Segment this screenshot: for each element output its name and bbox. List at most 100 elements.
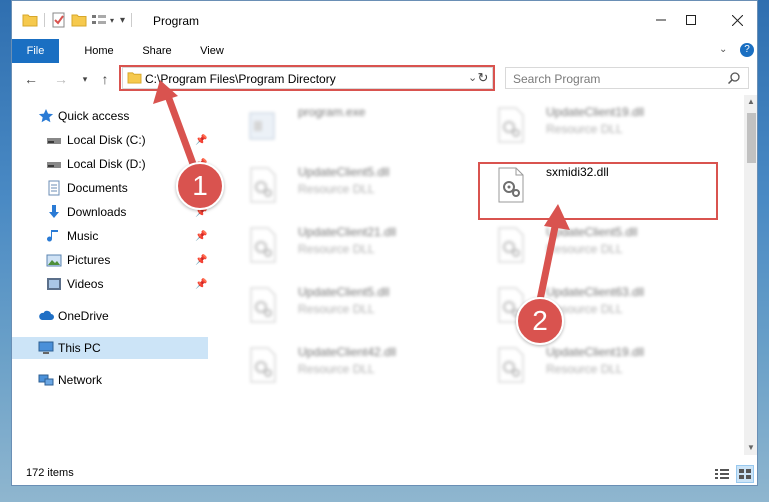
- nav-item-label: Pictures: [67, 253, 111, 267]
- dll-file-icon: [250, 347, 276, 383]
- forward-arrow-icon: →: [54, 71, 68, 87]
- nav-item-label: Quick access: [58, 109, 130, 123]
- tab-view[interactable]: View: [186, 39, 238, 63]
- file-type: Resource DLL: [298, 362, 375, 376]
- address-row: ← → ▾ ↑ C:\Program Files\Program Directo…: [12, 63, 757, 95]
- pin-icon[interactable]: 📌: [195, 231, 207, 242]
- dll-file-icon: [250, 167, 276, 203]
- cloud-icon: [39, 310, 54, 320]
- file-list: program.exe UpdateClient19.dll Resource …: [218, 95, 744, 455]
- step-1-badge: 1: [176, 162, 224, 210]
- file-type: Resource DLL: [546, 122, 623, 136]
- file-item[interactable]: program.exe: [228, 101, 464, 151]
- tiles-view-icon: [739, 469, 751, 479]
- dll-file-icon: [498, 227, 524, 263]
- nav-item-music[interactable]: Music 📌: [12, 225, 208, 247]
- back-arrow-icon: ←: [24, 71, 38, 87]
- file-name: UpdateClient19.dll: [546, 345, 645, 359]
- scroll-up-icon[interactable]: ▲: [747, 97, 755, 106]
- up-arrow-icon: ↑: [101, 71, 109, 87]
- file-item[interactable]: UpdateClient5.dll Resource DLL: [228, 281, 464, 331]
- nav-item-network[interactable]: Network: [12, 369, 208, 391]
- dropdown-icon[interactable]: ▾: [110, 16, 114, 25]
- scroll-down-icon[interactable]: ▼: [747, 443, 755, 452]
- file-name: UpdateClient5.dll: [298, 285, 390, 299]
- customize-toolbar-icon[interactable]: ▾: [120, 15, 125, 26]
- view-options-icon[interactable]: [91, 13, 107, 27]
- drive-icon: [47, 162, 61, 168]
- nav-item-downloads[interactable]: Downloads 📌: [12, 201, 208, 223]
- nav-item-local-disk-c[interactable]: Local Disk (C:) 📌: [12, 129, 208, 151]
- expand-ribbon-icon[interactable]: ⌄: [719, 44, 727, 55]
- maximize-button[interactable]: [676, 9, 706, 31]
- exe-file-icon: [249, 112, 275, 140]
- quick-access-toolbar: ▾ ▾: [22, 11, 138, 29]
- tab-home[interactable]: Home: [70, 39, 128, 63]
- properties-icon[interactable]: [51, 12, 67, 28]
- nav-item-quick-access[interactable]: Quick access: [12, 105, 208, 127]
- back-button[interactable]: ←: [22, 70, 40, 88]
- file-type: Resource DLL: [298, 242, 375, 256]
- video-icon: [47, 278, 61, 290]
- item-count: 172 items: [26, 467, 74, 479]
- file-item[interactable]: UpdateClient19.dll Resource DLL: [476, 101, 712, 151]
- nav-item-videos[interactable]: Videos 📌: [12, 273, 208, 295]
- file-item[interactable]: UpdateClient42.dll Resource DLL: [228, 341, 464, 391]
- nav-item-pictures[interactable]: Pictures 📌: [12, 249, 208, 271]
- folder-icon[interactable]: [22, 13, 38, 27]
- file-type: Resource DLL: [298, 182, 375, 196]
- up-button[interactable]: ↑: [96, 70, 114, 88]
- details-view-button[interactable]: [714, 467, 730, 481]
- document-icon: [48, 180, 60, 196]
- address-highlight-annotation: [119, 65, 495, 91]
- new-folder-icon[interactable]: [71, 13, 87, 27]
- recent-locations-button[interactable]: ▾: [76, 70, 94, 88]
- dll-file-icon: [250, 227, 276, 263]
- file-name: program.exe: [298, 105, 366, 119]
- chevron-down-icon: ▾: [82, 73, 88, 84]
- pin-icon[interactable]: 📌: [195, 135, 207, 146]
- navigation-pane: Quick access Local Disk (C:) 📌 Local Dis…: [12, 95, 208, 455]
- file-item[interactable]: UpdateClient63.dll Resource DLL: [476, 281, 712, 331]
- file-item[interactable]: UpdateClient19.dll Resource DLL: [476, 341, 712, 391]
- file-name: UpdateClient5.dll: [546, 225, 638, 239]
- search-input[interactable]: Search Program: [513, 72, 600, 86]
- nav-item-label: Local Disk (D:): [67, 157, 146, 171]
- pin-icon[interactable]: 📌: [195, 279, 207, 290]
- file-explorer-window: ▾ ▾ Program File Home Share View ⌄ ? ← →…: [11, 0, 758, 486]
- dll-file-icon: [250, 287, 276, 323]
- nav-item-local-disk-d[interactable]: Local Disk (D:) 📌: [12, 153, 208, 175]
- file-item[interactable]: UpdateClient5.dll Resource DLL: [228, 161, 464, 211]
- network-icon: [38, 374, 54, 386]
- file-highlight-annotation: [478, 162, 718, 220]
- minimize-icon: [656, 19, 666, 21]
- close-button[interactable]: [722, 9, 752, 31]
- minimize-button[interactable]: [646, 9, 676, 31]
- pin-icon[interactable]: 📌: [195, 255, 207, 266]
- file-type: Resource DLL: [298, 302, 375, 316]
- dll-file-icon: [498, 107, 524, 143]
- download-icon: [49, 205, 59, 218]
- music-icon: [47, 230, 58, 242]
- search-box[interactable]: Search Program: [505, 67, 749, 89]
- title-bar: ▾ ▾ Program: [12, 1, 757, 39]
- nav-item-this-pc[interactable]: This PC: [12, 337, 208, 359]
- window-title: Program: [153, 14, 200, 28]
- file-name: UpdateClient63.dll: [546, 285, 645, 299]
- nav-item-label: This PC: [58, 341, 101, 355]
- help-icon[interactable]: ?: [740, 43, 754, 57]
- file-name: UpdateClient42.dll: [298, 345, 397, 359]
- scrollbar-thumb[interactable]: [747, 113, 756, 163]
- file-name: UpdateClient19.dll: [546, 105, 645, 119]
- vertical-scrollbar[interactable]: ▲ ▼: [744, 95, 757, 455]
- forward-button[interactable]: →: [52, 70, 70, 88]
- close-icon: [731, 14, 743, 26]
- search-icon: [728, 72, 740, 84]
- tiles-view-button[interactable]: [736, 465, 754, 483]
- file-item[interactable]: UpdateClient5.dll Resource DLL: [476, 221, 712, 271]
- file-item[interactable]: UpdateClient21.dll Resource DLL: [228, 221, 464, 271]
- computer-icon: [38, 341, 54, 354]
- nav-item-onedrive[interactable]: OneDrive: [12, 305, 208, 327]
- tab-share[interactable]: Share: [128, 39, 186, 63]
- maximize-icon: [686, 15, 696, 25]
